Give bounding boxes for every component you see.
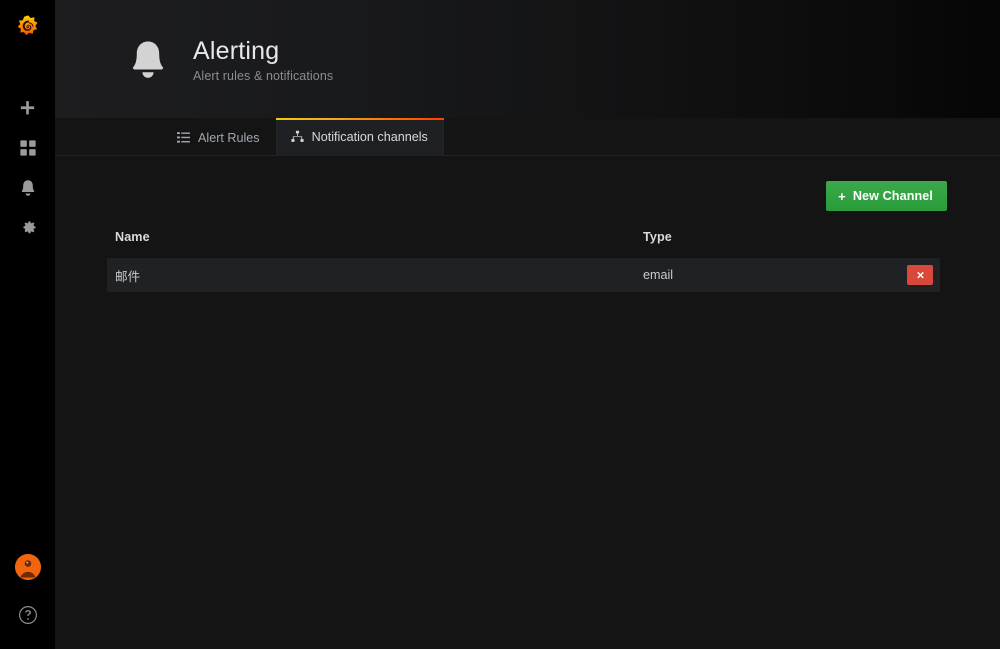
sidebar-item-dashboards[interactable] — [0, 128, 55, 168]
new-channel-button[interactable]: + New Channel — [826, 181, 947, 211]
question-circle-icon[interactable] — [0, 595, 55, 635]
delete-channel-button[interactable] — [907, 265, 933, 285]
page-subtitle: Alert rules & notifications — [193, 69, 333, 83]
tab-notification-channels[interactable]: Notification channels — [276, 118, 444, 156]
table-header-row: Name Type — [107, 230, 940, 258]
column-header-actions — [853, 230, 940, 258]
tab-bar: Alert Rules Notification channels — [55, 118, 1000, 156]
tab-label: Alert Rules — [198, 131, 260, 145]
page-title: Alerting — [193, 37, 333, 66]
avatar[interactable] — [15, 554, 41, 580]
bell-icon — [123, 35, 173, 87]
column-header-type: Type — [643, 230, 853, 258]
tab-list: Alert Rules Notification channels — [55, 118, 444, 156]
sidebar-item-create[interactable] — [0, 88, 55, 128]
new-channel-label: New Channel — [853, 189, 933, 203]
notification-channels-panel: + New Channel Name Type 邮件 — [55, 156, 1000, 649]
table-row[interactable]: 邮件 email — [107, 258, 940, 292]
sidebar-item-configuration[interactable] — [0, 208, 55, 248]
list-icon — [177, 131, 190, 144]
tab-label: Notification channels — [312, 130, 428, 144]
column-header-name: Name — [107, 230, 643, 258]
table-head: Name Type — [107, 230, 940, 258]
channel-name: 邮件 — [107, 258, 643, 292]
channel-type: email — [643, 258, 853, 292]
table-body: 邮件 email — [107, 258, 940, 292]
grafana-logo-icon[interactable] — [0, 0, 55, 55]
plus-icon: + — [838, 190, 846, 203]
tab-alert-rules[interactable]: Alert Rules — [162, 118, 276, 156]
sidebar-nav-bottom — [0, 554, 55, 649]
notification-channels-table: Name Type 邮件 email — [107, 230, 940, 292]
channels-table-wrap: Name Type 邮件 email — [107, 230, 940, 292]
page-header: Alerting Alert rules & notifications — [55, 0, 1000, 118]
grafana-alerting-page: Alerting Alert rules & notifications — [0, 0, 1000, 649]
close-x-icon — [915, 270, 926, 281]
page-header-texts: Alerting Alert rules & notifications — [193, 37, 333, 84]
panel-toolbar: + New Channel — [55, 156, 1000, 211]
sidebar-nav-top — [0, 88, 55, 248]
main-content: Alerting Alert rules & notifications — [55, 0, 1000, 649]
main-sidebar — [0, 0, 55, 649]
sitemap-icon — [291, 130, 304, 143]
sidebar-item-alerting[interactable] — [0, 168, 55, 208]
row-actions — [853, 258, 940, 292]
